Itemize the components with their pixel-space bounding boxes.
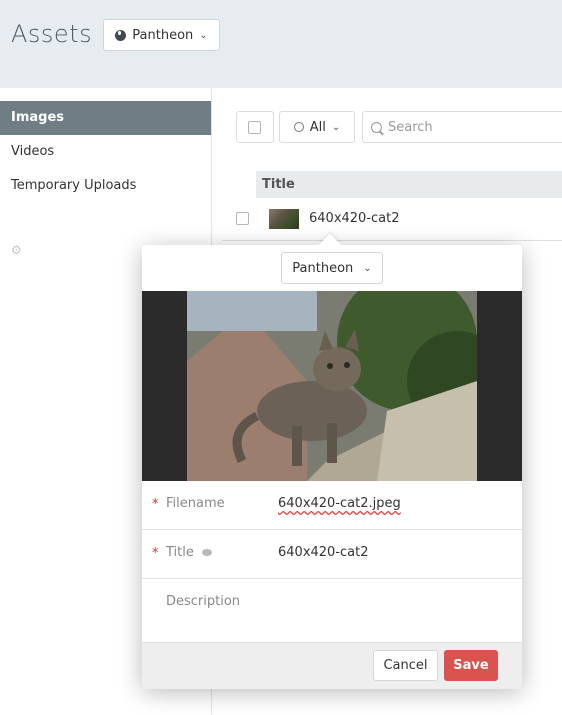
site-selector-button[interactable]: Pantheon ⌄ [103, 19, 220, 51]
required-marker: * [152, 546, 159, 561]
comment-icon[interactable] [202, 549, 213, 556]
description-label: Description [166, 594, 241, 609]
asset-thumbnail[interactable] [269, 209, 299, 229]
image-preview [142, 291, 522, 481]
cat-photo [187, 291, 477, 481]
title-label: Title [166, 545, 213, 560]
chevron-down-icon: ⌄ [363, 262, 372, 274]
search-input[interactable]: Search [362, 111, 562, 143]
popover-footer: Cancel Save [142, 642, 522, 689]
sidebar-item-label: Images [11, 110, 65, 125]
circle-icon [293, 122, 304, 132]
asset-title[interactable]: 640x420-cat2 [309, 198, 400, 240]
sidebar-item-videos[interactable]: Videos [0, 135, 211, 169]
required-marker: * [152, 497, 159, 512]
search-placeholder: Search [388, 119, 433, 135]
chevron-down-icon: ⌄ [331, 121, 341, 133]
popover-site-label: Pantheon [292, 260, 354, 276]
sidebar-item-label: Temporary Uploads [11, 178, 137, 193]
column-header-label: Title [262, 177, 295, 192]
description-input[interactable] [278, 594, 508, 614]
save-button[interactable]: Save [444, 650, 498, 681]
sidebar-item-label: Videos [11, 144, 55, 159]
gear-icon[interactable]: ⚙ [11, 243, 22, 257]
column-header-title[interactable]: Title [256, 171, 562, 198]
title-field: * Title 640x420-cat2 [142, 530, 522, 579]
filter-dropdown[interactable]: All ⌄ [279, 111, 355, 143]
search-icon [371, 121, 382, 133]
sidebar-item-images[interactable]: Images [0, 101, 211, 135]
table-row[interactable]: 640x420-cat2 [222, 198, 562, 241]
cancel-button[interactable]: Cancel [373, 650, 438, 681]
page-title: Assets [11, 20, 93, 48]
sidebar-item-temporary-uploads[interactable]: Temporary Uploads [0, 169, 211, 203]
chevron-down-icon: ⌄ [199, 29, 208, 41]
description-field: Description [142, 579, 522, 642]
select-all-checkbox[interactable] [236, 111, 274, 143]
title-label-text: Title [166, 545, 194, 560]
row-checkbox[interactable] [236, 212, 249, 225]
title-input[interactable]: 640x420-cat2 [278, 545, 369, 560]
asset-edit-popover: Pantheon ⌄ * Filename 640x420-cat2.jpeg … [142, 233, 522, 689]
popover-site-selector[interactable]: Pantheon ⌄ [281, 252, 383, 284]
filename-label: Filename [166, 496, 225, 511]
app-header: Assets Pantheon ⌄ [0, 0, 562, 88]
globe-icon [115, 29, 127, 41]
site-selector-label: Pantheon [132, 27, 194, 43]
filename-field: * Filename 640x420-cat2.jpeg [142, 481, 522, 530]
filename-input[interactable]: 640x420-cat2.jpeg [278, 496, 401, 511]
filter-label: All [309, 119, 326, 135]
